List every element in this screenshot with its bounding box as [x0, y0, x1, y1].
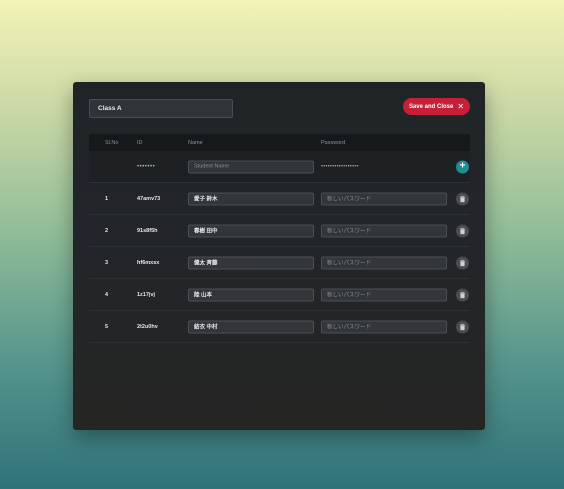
student-name-input[interactable]: 陸 山本: [188, 288, 314, 301]
student-name-value: 健太 斉藤: [194, 260, 218, 267]
student-id: 47amv73: [137, 195, 161, 202]
student-name-value: 愛子 鈴木: [194, 196, 218, 203]
new-password-placeholder: 新しいパスワード: [327, 196, 372, 203]
close-icon: ✕: [457, 101, 465, 111]
trash-icon: [459, 227, 466, 234]
new-password-mask: •••••••••••••••••: [321, 163, 359, 170]
student-id: 2t2u0hv: [137, 323, 158, 330]
row-number: 1: [105, 195, 109, 202]
new-password-placeholder: 新しいパスワード: [327, 260, 372, 267]
trash-icon: [459, 195, 466, 202]
student-name-value: 陸 山本: [194, 292, 213, 299]
row-number: 5: [105, 323, 109, 330]
student-name-input[interactable]: 健太 斉藤: [188, 256, 314, 269]
new-password-input[interactable]: 新しいパスワード: [321, 320, 447, 333]
delete-student-button[interactable]: [456, 256, 469, 269]
trash-icon: [459, 259, 466, 266]
table-row: 3 hf6mxsx 健太 斉藤 新しいパスワード: [89, 247, 470, 279]
table-row: 5 2t2u0hv 結衣 中村 新しいパスワード: [89, 311, 470, 343]
delete-student-button[interactable]: [456, 224, 469, 237]
row-number: 4: [105, 291, 109, 298]
add-student-button[interactable]: +: [456, 160, 469, 173]
row-number: 3: [105, 259, 109, 266]
trash-icon: [459, 291, 466, 298]
student-name-value: 春樹 田中: [194, 228, 218, 235]
new-password-placeholder: 新しいパスワード: [327, 292, 372, 299]
row-number: 2: [105, 227, 109, 234]
save-and-close-label: Save and Close: [408, 103, 454, 110]
delete-student-button[interactable]: [456, 192, 469, 205]
header-id: ID: [137, 139, 143, 146]
delete-student-button[interactable]: [456, 288, 469, 301]
new-password-input[interactable]: 新しいパスワード: [321, 192, 447, 205]
new-student-row: ••••••• Student Name ••••••••••••••••• +: [89, 151, 470, 183]
new-password-field[interactable]: •••••••••••••••••: [321, 160, 447, 173]
plus-icon: +: [459, 160, 466, 172]
table-header: Sl.No ID Name Password: [89, 134, 470, 151]
header-password: Password: [321, 139, 346, 146]
new-password-placeholder: 新しいパスワード: [327, 324, 372, 331]
class-editor-panel: Class A Save and Close ✕ Sl.No ID Name P…: [73, 82, 485, 430]
new-password-placeholder: 新しいパスワード: [327, 228, 372, 235]
header-name: Name: [188, 139, 203, 146]
header-sl-no: Sl.No: [105, 139, 119, 146]
student-name-input[interactable]: 春樹 田中: [188, 224, 314, 237]
student-id: hf6mxsx: [137, 259, 160, 266]
new-password-input[interactable]: 新しいパスワード: [321, 288, 447, 301]
class-name-value: Class A: [98, 105, 122, 112]
student-name-value: 結衣 中村: [194, 324, 218, 331]
new-student-name-placeholder: Student Name: [194, 163, 230, 170]
trash-icon: [459, 323, 466, 330]
new-student-name-input[interactable]: Student Name: [188, 160, 314, 173]
save-and-close-button[interactable]: Save and Close ✕: [403, 98, 470, 115]
class-name-input[interactable]: Class A: [89, 99, 233, 118]
table-row: 2 91s8f5h 春樹 田中 新しいパスワード: [89, 215, 470, 247]
new-password-input[interactable]: 新しいパスワード: [321, 224, 447, 237]
student-id: 91s8f5h: [137, 227, 158, 234]
new-id-mask: •••••••: [137, 163, 156, 170]
student-id: 1z17jvj: [137, 291, 156, 298]
student-name-input[interactable]: 愛子 鈴木: [188, 192, 314, 205]
new-password-input[interactable]: 新しいパスワード: [321, 256, 447, 269]
table-row: 4 1z17jvj 陸 山本 新しいパスワード: [89, 279, 470, 311]
delete-student-button[interactable]: [456, 320, 469, 333]
table-row: 1 47amv73 愛子 鈴木 新しいパスワード: [89, 183, 470, 215]
student-name-input[interactable]: 結衣 中村: [188, 320, 314, 333]
